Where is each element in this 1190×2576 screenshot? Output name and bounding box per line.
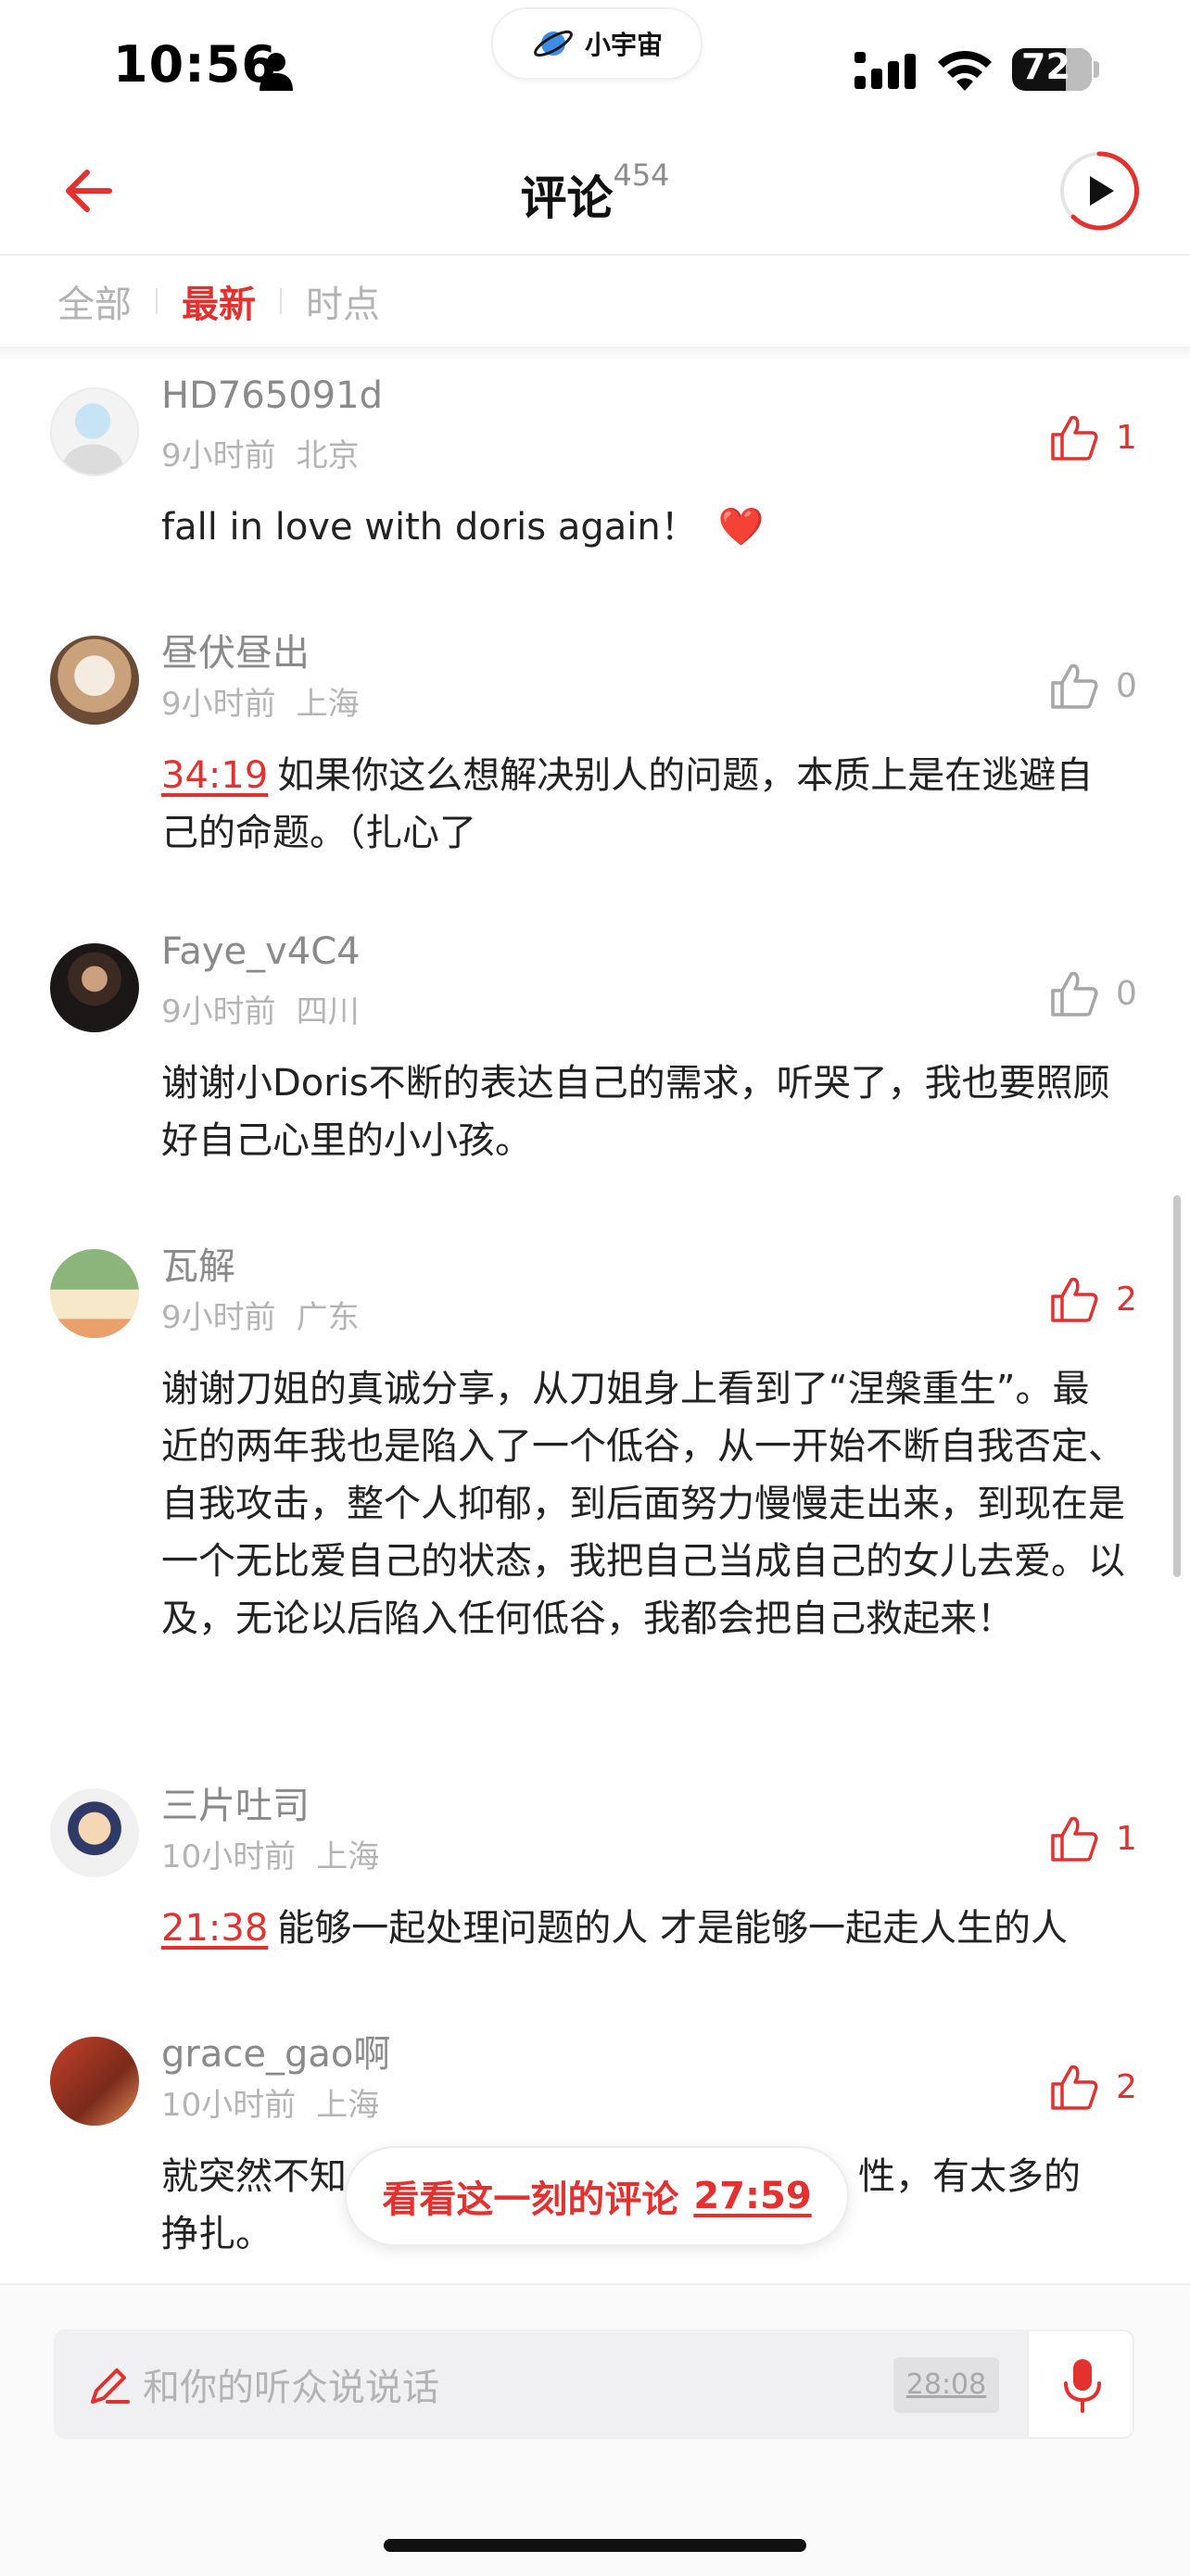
comment-text: 如果你这么想解决别人的问题，本质上是在逃避自己的命题。（扎心了 <box>161 754 1094 854</box>
comment-meta: 10小时前 上海 <box>161 1831 379 1876</box>
thumb-up-icon <box>1051 415 1098 461</box>
avatar[interactable] <box>50 1788 139 1877</box>
voice-input-button[interactable] <box>1027 2330 1134 2439</box>
comment-body: 谢谢小Doris不断的表达自己的需求，听哭了，我也要照顾好自己心里的小小孩。 <box>161 1054 1125 1169</box>
status-time: 10:56 <box>113 35 277 94</box>
tab-divider <box>280 288 282 314</box>
like-count: 2 <box>1116 2067 1137 2106</box>
thumb-up-icon <box>1051 1277 1098 1322</box>
comment-meta: 9小时前 广东 <box>161 1292 360 1337</box>
comment-count: 454 <box>613 158 670 193</box>
nav-bar: 评论454 <box>0 139 1190 256</box>
input-placeholder: 和你的听众说说话 <box>143 2367 439 2409</box>
mic-icon <box>1064 2359 1101 2413</box>
like-button[interactable]: 0 <box>1049 660 1137 712</box>
person-icon <box>260 53 293 91</box>
dynamic-island[interactable]: 小宇宙 <box>491 7 703 80</box>
avatar[interactable] <box>50 943 139 1032</box>
thumb-up-icon <box>1051 971 1098 1017</box>
username[interactable]: 昼伏昼出 <box>161 623 310 676</box>
comment-time: 9小时前 <box>161 437 276 474</box>
comment-meta: 10小时前 上海 <box>161 2079 379 2125</box>
comment-input[interactable]: 和你的听众说说话 28:08 <box>54 2330 1027 2439</box>
tab-all[interactable]: 全部 <box>57 274 132 328</box>
heart-emoji: ❤️ <box>717 506 765 549</box>
comment-time: 9小时前 <box>161 686 276 723</box>
like-count: 2 <box>1116 1280 1137 1319</box>
comment-time: 9小时前 <box>161 993 276 1030</box>
like-count: 1 <box>1116 418 1137 457</box>
signal-icon <box>855 52 916 89</box>
comment-body: 21:38 能够一起处理问题的人 才是能够一起走人生的人 <box>161 1900 1125 1957</box>
comment-meta: 9小时前 四川 <box>161 986 360 1031</box>
input-timestamp[interactable]: 28:08 <box>893 2357 999 2413</box>
thumb-up-icon <box>1051 1816 1098 1862</box>
username[interactable]: grace_gao啊 <box>161 2024 390 2077</box>
avatar[interactable] <box>50 1249 139 1338</box>
like-button[interactable]: 1 <box>1049 411 1137 463</box>
status-bar: 10:56 小宇宙 72 <box>0 0 1190 139</box>
comment-timestamp-link[interactable]: 34:19 <box>161 754 268 797</box>
comment-text: fall in love with doris again！ <box>161 506 698 549</box>
filter-tabs: 全部 最新 时点 <box>0 256 1190 347</box>
comment-body: 34:19 如果你这么想解决别人的问题，本质上是在逃避自己的命题。（扎心了 <box>161 747 1125 862</box>
comment-location: 四川 <box>296 993 360 1030</box>
comment-time: 10小时前 <box>161 1838 297 1875</box>
comment-timestamp-link[interactable]: 21:38 <box>161 1907 268 1950</box>
like-button[interactable]: 2 <box>1049 2061 1137 2113</box>
comment-text: 能够一起处理问题的人 才是能够一起走人生的人 <box>277 1907 1068 1950</box>
jump-to-moment-comments-button[interactable]: 看看这一刻的评论 27:59 <box>345 2146 849 2246</box>
scrollbar[interactable] <box>1173 1195 1181 1577</box>
play-icon[interactable] <box>1055 146 1144 235</box>
comment-location: 上海 <box>316 1838 380 1875</box>
battery-level: 72 <box>1021 46 1070 87</box>
comment-body: 谢谢刀姐的真诚分享，从刀姐身上看到了“涅槃重生”。最近的两年我也是陷入了一个低谷… <box>161 1360 1125 1648</box>
pill-label: 看看这一刻的评论 <box>382 2178 679 2221</box>
island-app-name: 小宇宙 <box>584 30 663 60</box>
like-button[interactable]: 0 <box>1049 967 1137 1019</box>
like-button[interactable]: 1 <box>1049 1812 1137 1864</box>
comment-input-bar: 和你的听众说说话 28:08 <box>0 2283 1190 2576</box>
comment-text-start: 就突然不知 <box>161 2155 347 2198</box>
pill-timestamp: 27:59 <box>693 2175 812 2217</box>
comment-time: 10小时前 <box>161 2087 297 2124</box>
avatar[interactable] <box>50 387 139 476</box>
home-indicator <box>384 2539 806 2552</box>
username[interactable]: HD765091d <box>161 374 383 417</box>
like-button[interactable]: 2 <box>1049 1273 1137 1325</box>
comment-location: 上海 <box>316 2087 380 2124</box>
avatar[interactable] <box>50 2037 139 2126</box>
comment-meta: 9小时前 北京 <box>161 430 360 475</box>
username[interactable]: 瓦解 <box>161 1236 235 1290</box>
like-count: 1 <box>1116 1819 1137 1858</box>
page-title-text: 评论 <box>520 171 614 225</box>
comment-meta: 9小时前 上海 <box>161 678 360 724</box>
tab-divider <box>156 288 158 314</box>
wifi-icon <box>938 50 992 91</box>
thumb-up-icon <box>1051 2065 1098 2110</box>
like-count: 0 <box>1116 974 1137 1013</box>
pen-icon <box>91 2368 130 2404</box>
page-title: 评论454 <box>0 158 1190 228</box>
avatar[interactable] <box>50 636 139 725</box>
comment-body: fall in love with doris again！ ❤️ <box>161 499 1125 556</box>
planet-logo-icon <box>534 30 573 57</box>
comment-location: 广东 <box>296 1299 360 1336</box>
comment-time: 9小时前 <box>161 1299 276 1336</box>
username[interactable]: Faye_v4C4 <box>161 930 361 973</box>
username[interactable]: 三片吐司 <box>161 1775 310 1829</box>
tab-latest[interactable]: 最新 <box>182 274 256 328</box>
comment-location: 北京 <box>296 437 360 474</box>
comment-location: 上海 <box>296 686 360 723</box>
comment-text: 谢谢刀姐的真诚分享，从刀姐身上看到了“涅槃重生”。最近的两年我也是陷入了一个低谷… <box>161 1368 1125 1640</box>
tab-timepoint[interactable]: 时点 <box>306 274 380 328</box>
comment-text: 谢谢小Doris不断的表达自己的需求，听哭了，我也要照顾好自己心里的小小孩。 <box>161 1062 1110 1162</box>
like-count: 0 <box>1116 666 1137 705</box>
thumb-up-icon <box>1051 663 1098 709</box>
